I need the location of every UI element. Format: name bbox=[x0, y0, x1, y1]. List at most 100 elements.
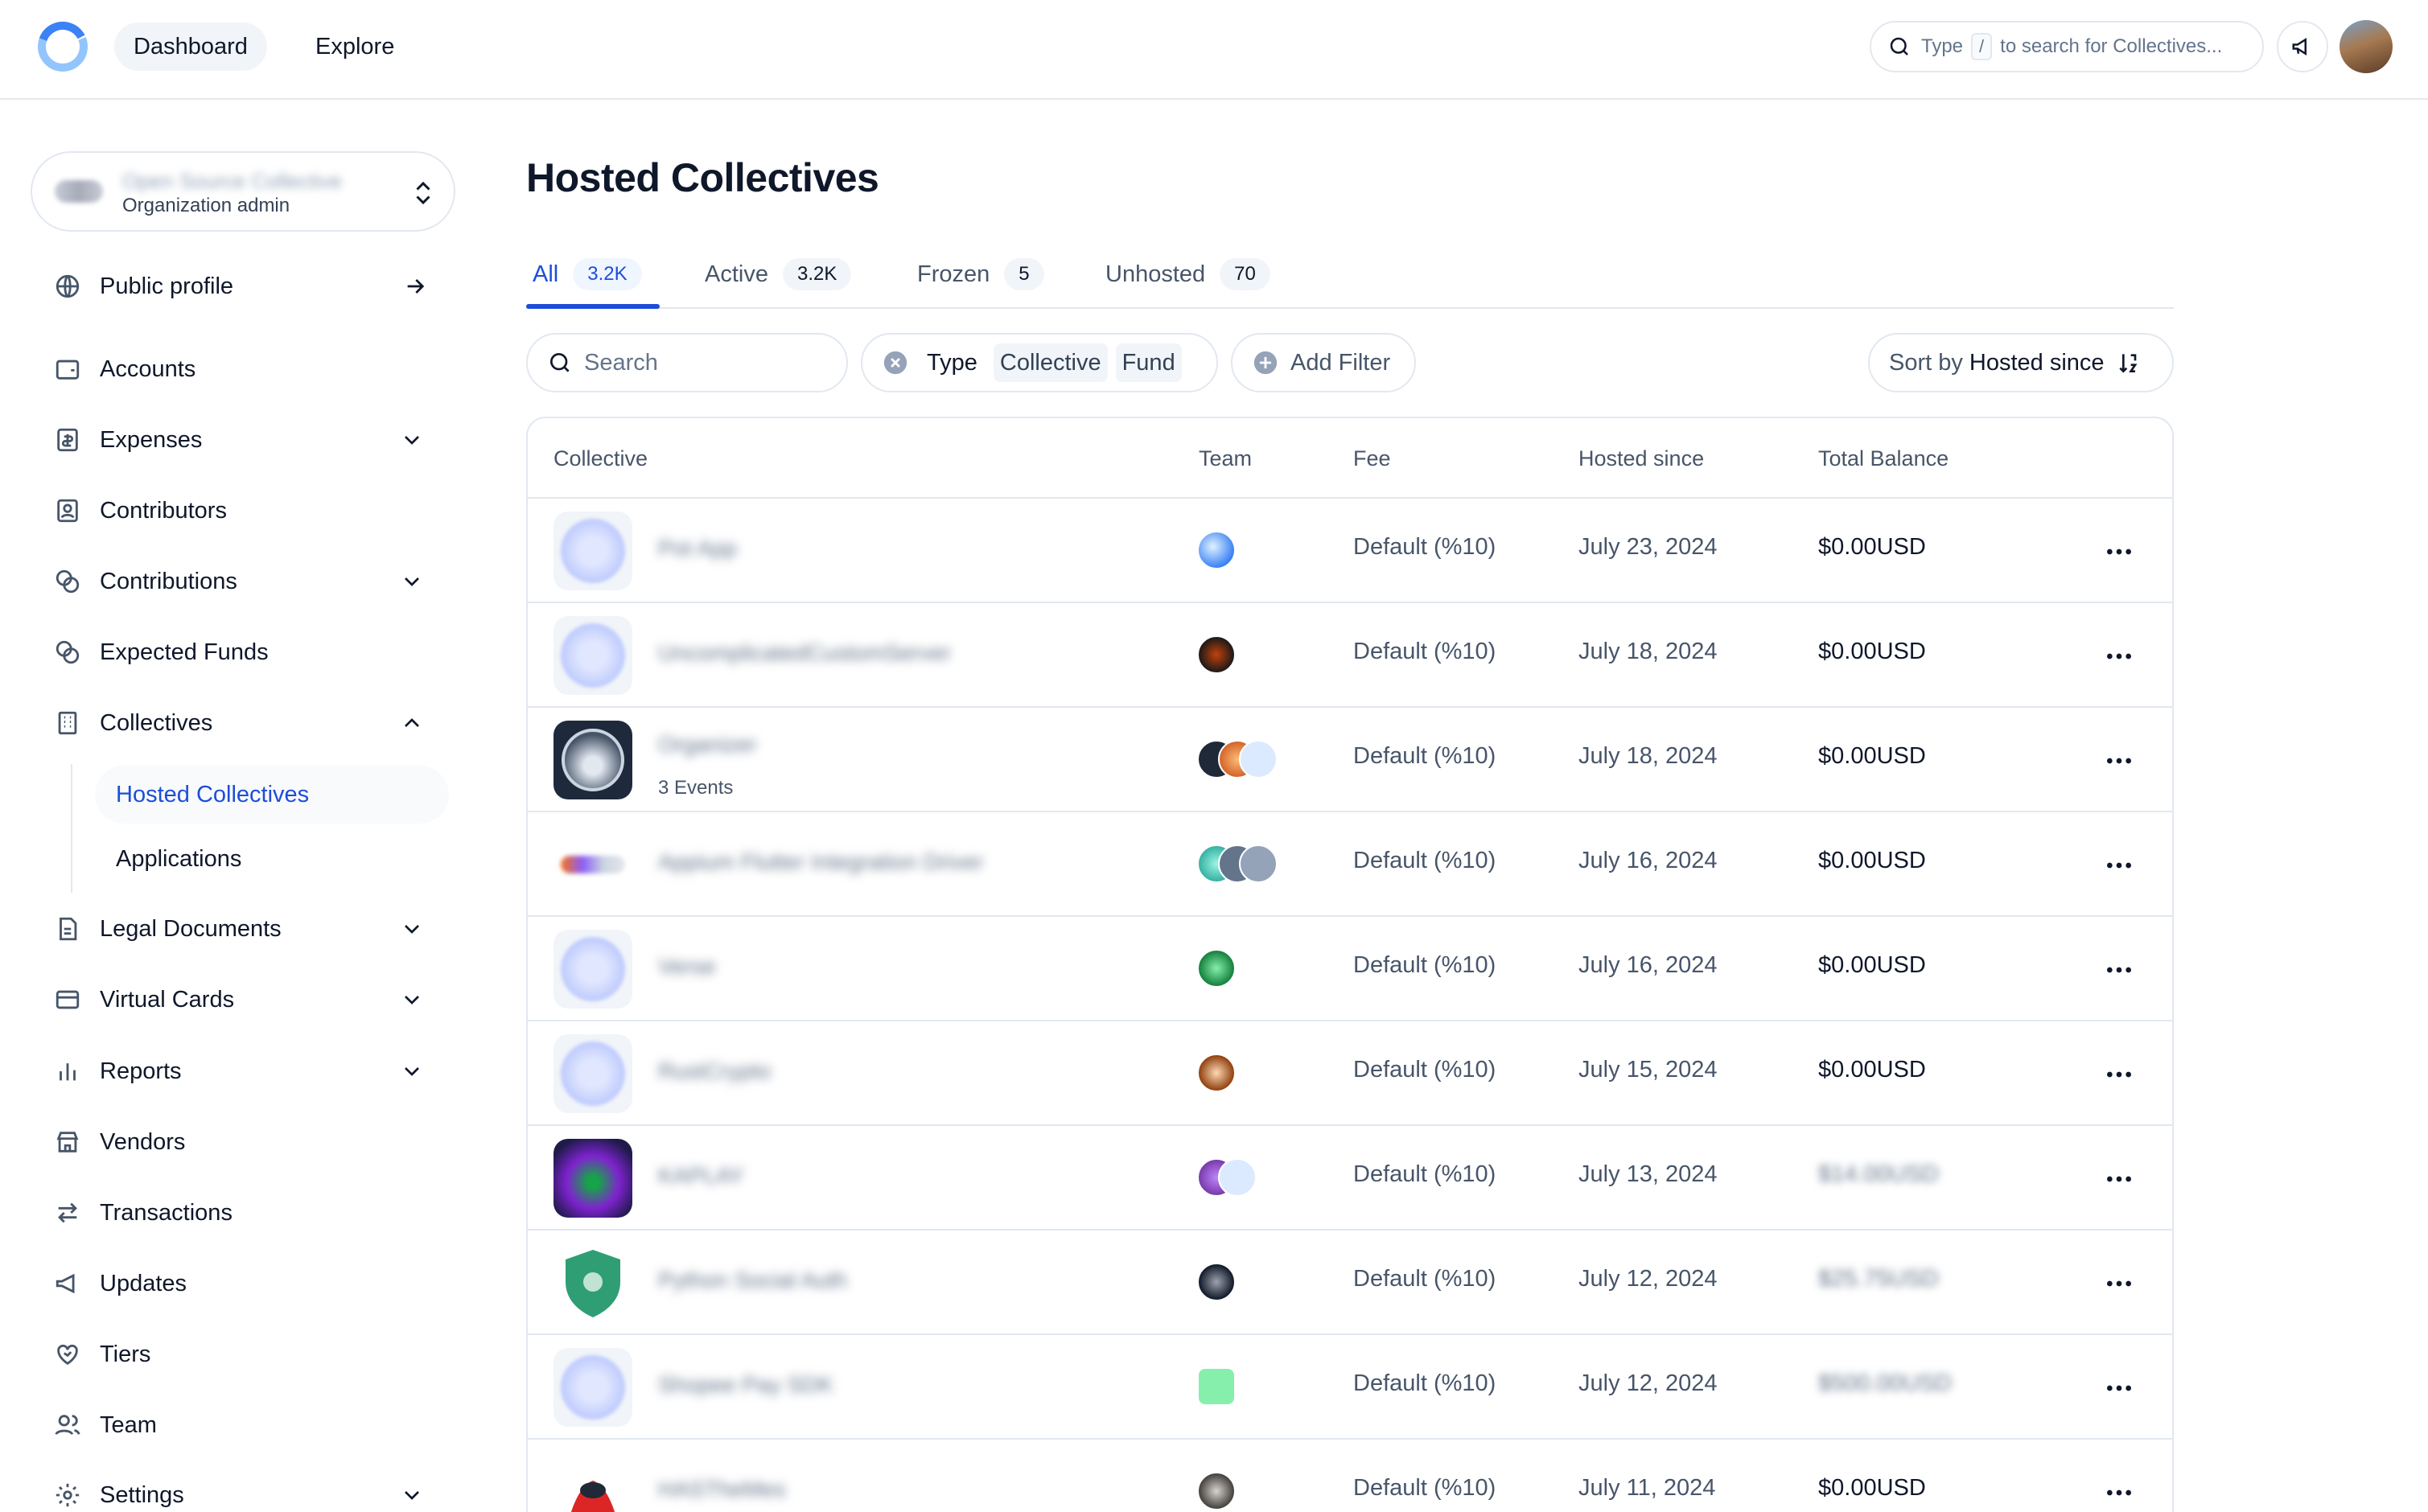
tab-unhosted[interactable]: Unhosted 70 bbox=[1105, 246, 1270, 302]
sidebar-item-vendors[interactable]: Vendors bbox=[53, 1120, 185, 1165]
nav-dashboard[interactable]: Dashboard bbox=[114, 23, 267, 71]
arrow-right-icon[interactable] bbox=[402, 273, 428, 299]
more-options-icon[interactable] bbox=[2103, 849, 2135, 881]
tab-label: Frozen bbox=[917, 261, 990, 287]
sidebar-item-collectives[interactable]: Collectives bbox=[53, 701, 212, 746]
sidebar-item-label: Collectives bbox=[100, 709, 213, 736]
sidebar-item-label: Settings bbox=[100, 1481, 184, 1508]
sidebar-item-contributors[interactable]: Contributors bbox=[53, 488, 227, 533]
more-options-icon[interactable] bbox=[2103, 1477, 2135, 1509]
tab-all[interactable]: All 3.2K bbox=[533, 246, 642, 302]
team-member-avatar[interactable] bbox=[1197, 1367, 1236, 1406]
more-options-icon[interactable] bbox=[2103, 1058, 2135, 1091]
sort-value: Hosted since bbox=[1969, 349, 2105, 376]
table-row[interactable]: HASTheMes Default (%10) July 11, 2024 $0… bbox=[528, 1440, 2172, 1512]
collective-name[interactable]: RustCrypto bbox=[658, 1058, 771, 1084]
table-row[interactable]: UncomplicatedCustomServer Default (%10) … bbox=[528, 603, 2172, 708]
tab-active[interactable]: Active 3.2K bbox=[705, 246, 852, 302]
table-row[interactable]: Pot App Default (%10) July 23, 2024 $0.0… bbox=[528, 499, 2172, 603]
more-options-icon[interactable] bbox=[2103, 1268, 2135, 1300]
search-prefix: Type bbox=[1921, 35, 1964, 57]
more-options-icon[interactable] bbox=[2103, 1372, 2135, 1404]
table-row[interactable]: Python Social Auth Default (%10) July 12… bbox=[528, 1231, 2172, 1335]
collective-name[interactable]: KAPLAY bbox=[658, 1163, 744, 1189]
chevron-down-icon[interactable] bbox=[399, 427, 425, 453]
hosted-since-date: July 15, 2024 bbox=[1578, 1057, 1718, 1083]
chevron-down-icon[interactable] bbox=[399, 1058, 425, 1084]
collective-name[interactable]: Shopee Pay SDK bbox=[658, 1372, 833, 1398]
more-options-icon[interactable] bbox=[2103, 536, 2135, 568]
sidebar-item-accounts[interactable]: Accounts bbox=[53, 347, 195, 392]
team-member-avatar[interactable] bbox=[1197, 531, 1236, 569]
announcements-button[interactable] bbox=[2277, 21, 2328, 72]
more-options-icon[interactable] bbox=[2103, 745, 2135, 777]
account-logo bbox=[55, 180, 103, 203]
account-switcher[interactable]: Open Source Collective Organization admi… bbox=[31, 151, 455, 232]
column-header-hosted-since[interactable]: Hosted since bbox=[1578, 418, 1704, 499]
collective-name[interactable]: Organizer bbox=[658, 732, 757, 758]
sort-button[interactable]: Sort by Hosted since bbox=[1868, 333, 2174, 392]
team-member-avatar[interactable] bbox=[1197, 1472, 1236, 1510]
sidebar-item-reports[interactable]: Reports bbox=[53, 1049, 182, 1094]
collective-name[interactable]: Python Social Auth bbox=[658, 1268, 847, 1293]
hosted-since-date: July 11, 2024 bbox=[1578, 1475, 1716, 1501]
global-search[interactable]: Type / to search for Collectives... bbox=[1870, 21, 2264, 72]
sidebar-item-label: Public profile bbox=[100, 273, 234, 299]
chevron-up-icon[interactable] bbox=[399, 710, 425, 736]
sidebar-subitem-applications[interactable]: Applications bbox=[95, 830, 262, 888]
more-options-icon[interactable] bbox=[2103, 1163, 2135, 1195]
table-row[interactable]: KAPLAY Default (%10) July 13, 2024 $14.0… bbox=[528, 1126, 2172, 1231]
chevron-down-icon[interactable] bbox=[399, 916, 425, 942]
collective-name[interactable]: Appium Flutter Integration Driver bbox=[658, 849, 984, 875]
clear-filter-icon[interactable] bbox=[882, 349, 909, 376]
sidebar-item-settings[interactable]: Settings bbox=[53, 1473, 184, 1512]
user-avatar[interactable] bbox=[2340, 20, 2393, 73]
more-options-icon[interactable] bbox=[2103, 640, 2135, 672]
collective-name[interactable]: Pot App bbox=[658, 536, 737, 561]
sidebar-item-updates[interactable]: Updates bbox=[53, 1261, 187, 1306]
type-filter-label: Type bbox=[927, 349, 977, 376]
team-member-avatar[interactable] bbox=[1197, 635, 1236, 674]
sidebar-item-legal-documents[interactable]: Legal Documents bbox=[53, 906, 282, 951]
add-filter-button[interactable]: Add Filter bbox=[1231, 333, 1416, 392]
more-options-icon[interactable] bbox=[2103, 954, 2135, 986]
team-member-avatar[interactable] bbox=[1197, 1263, 1236, 1301]
sidebar-subitem-hosted-collectives[interactable]: Hosted Collectives bbox=[95, 766, 449, 824]
chevron-down-icon[interactable] bbox=[399, 987, 425, 1013]
table-row[interactable]: Organizer 3 Events Default (%10) July 18… bbox=[528, 708, 2172, 812]
collective-name[interactable]: UncomplicatedCustomServer bbox=[658, 640, 951, 666]
type-filter[interactable]: Type Collective Fund bbox=[861, 333, 1218, 392]
table-row[interactable]: Shopee Pay SDK Default (%10) July 12, 20… bbox=[528, 1335, 2172, 1440]
table-row[interactable]: Verse Default (%10) July 16, 2024 $0.00U… bbox=[528, 917, 2172, 1021]
team-member-avatar[interactable] bbox=[1239, 740, 1278, 779]
nav-explore[interactable]: Explore bbox=[296, 23, 414, 71]
sidebar-item-team[interactable]: Team bbox=[53, 1403, 157, 1448]
fee-value: Default (%10) bbox=[1353, 1370, 1496, 1396]
collective-search-input[interactable]: Search bbox=[526, 333, 848, 392]
sidebar-item-label: Updates bbox=[100, 1270, 187, 1296]
tab-frozen[interactable]: Frozen 5 bbox=[917, 246, 1044, 302]
chevron-down-icon[interactable] bbox=[399, 1482, 425, 1508]
sidebar-item-transactions[interactable]: Transactions bbox=[53, 1190, 233, 1235]
team-member-avatar[interactable] bbox=[1197, 949, 1236, 988]
chevron-down-icon[interactable] bbox=[399, 569, 425, 594]
collective-name[interactable]: Verse bbox=[658, 954, 716, 980]
total-balance: $0.00USD bbox=[1818, 848, 1926, 873]
team-avatars bbox=[1197, 1054, 1310, 1094]
sidebar-item-contributions[interactable]: Contributions bbox=[53, 559, 237, 604]
bar-chart-icon bbox=[53, 1057, 82, 1086]
table-row[interactable]: RustCrypto Default (%10) July 15, 2024 $… bbox=[528, 1021, 2172, 1126]
table-row[interactable]: Appium Flutter Integration Driver Defaul… bbox=[528, 812, 2172, 917]
team-member-avatar[interactable] bbox=[1197, 1054, 1236, 1092]
sidebar-item-expenses[interactable]: Expenses bbox=[53, 417, 202, 462]
column-header-collective[interactable]: Collective bbox=[554, 418, 648, 499]
collective-name[interactable]: HASTheMes bbox=[658, 1477, 786, 1502]
column-header-total-balance[interactable]: Total Balance bbox=[1818, 418, 1949, 499]
logo-icon[interactable] bbox=[35, 19, 90, 74]
sidebar-item-virtual-cards[interactable]: Virtual Cards bbox=[53, 977, 234, 1022]
sidebar-item-public-profile[interactable]: Public profile bbox=[53, 264, 233, 309]
team-member-avatar[interactable] bbox=[1239, 844, 1278, 883]
team-member-avatar[interactable] bbox=[1218, 1158, 1257, 1197]
sidebar-item-expected-funds[interactable]: Expected Funds bbox=[53, 630, 269, 675]
sidebar-item-tiers[interactable]: Tiers bbox=[53, 1332, 150, 1377]
